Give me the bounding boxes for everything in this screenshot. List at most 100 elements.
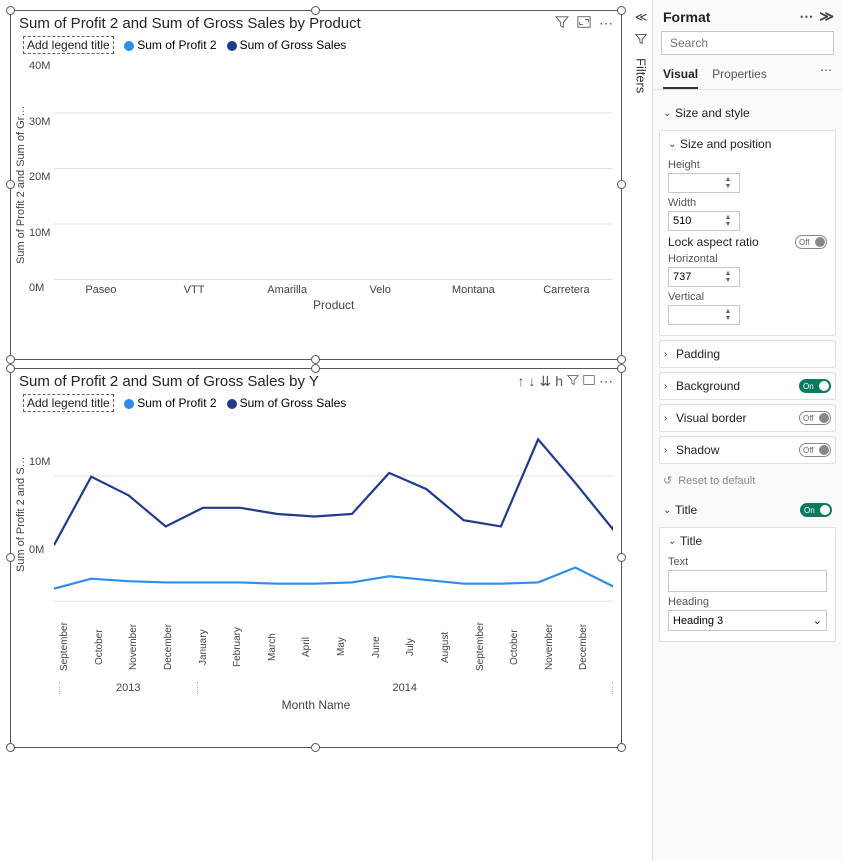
resize-handle[interactable] — [6, 553, 15, 562]
resize-handle[interactable] — [311, 364, 320, 373]
subsection-title[interactable]: ⌄ Title — [668, 534, 827, 552]
chevron-down-icon: ⌄ — [668, 536, 680, 547]
line-chart-visual[interactable]: Sum of Profit 2 and Sum of Gross Sales b… — [10, 368, 622, 748]
title-text-input[interactable] — [668, 570, 827, 592]
hierarchy-icon[interactable]: h — [555, 373, 563, 390]
format-title: Format — [663, 9, 710, 25]
tabs-more-icon[interactable]: ⋯ — [820, 63, 832, 89]
legend-title-input[interactable]: Add legend title — [23, 394, 114, 412]
label-height: Height — [668, 159, 827, 171]
label-heading: Heading — [668, 596, 827, 608]
chart-title: Sum of Profit 2 and Sum of Gross Sales b… — [19, 15, 555, 32]
chevron-down-icon: ⌄ — [663, 505, 675, 516]
resize-handle[interactable] — [311, 355, 320, 364]
reset-to-default[interactable]: ↺ Reset to default — [653, 468, 842, 493]
format-pane: Format ⋯ ≫ Visual Properties ⋯ ⌄ Size an… — [652, 0, 842, 861]
resize-handle[interactable] — [617, 364, 626, 373]
chart-title: Sum of Profit 2 and Sum of Gross Sales b… — [19, 373, 517, 390]
height-input[interactable]: ▲▼ — [668, 173, 740, 193]
resize-handle[interactable] — [6, 6, 15, 15]
more-options-icon[interactable]: ⋯ — [599, 373, 613, 390]
chevron-down-icon: ⌄ — [668, 139, 680, 150]
reset-icon: ↺ — [663, 474, 672, 487]
lock-aspect-toggle[interactable] — [795, 235, 827, 249]
tab-visual[interactable]: Visual — [663, 63, 698, 89]
legend-swatch — [124, 399, 134, 409]
filters-label: Filters — [634, 58, 649, 93]
resize-handle[interactable] — [6, 355, 15, 364]
legend: Sum of Profit 2 Sum of Gross Sales — [124, 38, 346, 52]
label-horizontal: Horizontal — [668, 253, 827, 265]
search-input[interactable] — [668, 34, 827, 52]
focus-mode-icon[interactable] — [577, 15, 591, 32]
legend-label: Sum of Gross Sales — [240, 396, 347, 410]
chevron-right-icon: › — [664, 381, 676, 392]
legend-label: Sum of Gross Sales — [240, 38, 347, 52]
filter-icon[interactable] — [635, 32, 647, 50]
resize-handle[interactable] — [311, 6, 320, 15]
resize-handle[interactable] — [6, 743, 15, 752]
section-title[interactable]: ⌄ Title — [659, 497, 836, 523]
y-axis-label: Sum of Profit 2 and S… — [15, 416, 27, 612]
resize-handle[interactable] — [617, 355, 626, 364]
more-options-icon[interactable]: ⋯ — [599, 15, 613, 32]
title-toggle[interactable] — [800, 503, 832, 517]
tab-properties[interactable]: Properties — [712, 63, 767, 89]
section-shadow[interactable]: › Shadow — [659, 436, 836, 464]
search-box[interactable] — [661, 31, 834, 55]
subsection-size-position[interactable]: ⌄ Size and position — [668, 137, 827, 155]
legend: Sum of Profit 2 Sum of Gross Sales — [124, 396, 346, 410]
section-size-and-style[interactable]: ⌄ Size and style — [659, 100, 836, 126]
section-visual-border[interactable]: › Visual border — [659, 404, 836, 432]
horizontal-input[interactable]: ▲▼ — [668, 267, 740, 287]
label-title-text: Text — [668, 556, 827, 568]
filters-pane-collapsed: ≪ Filters — [630, 0, 652, 861]
x-axis-label: Month Name — [11, 696, 621, 712]
x-axis-months: SeptemberOctoberNovemberDecemberJanuaryF… — [11, 616, 621, 678]
resize-handle[interactable] — [6, 364, 15, 373]
x-axis-label: Product — [54, 296, 613, 312]
line-plot-area — [54, 416, 613, 612]
report-canvas[interactable]: Sum of Profit 2 and Sum of Gross Sales b… — [0, 0, 630, 861]
shadow-toggle[interactable] — [799, 443, 831, 457]
background-toggle[interactable] — [799, 379, 831, 393]
chevron-right-icon: › — [664, 349, 676, 360]
label-lock-aspect: Lock aspect ratio — [668, 235, 795, 249]
legend-swatch — [227, 399, 237, 409]
section-background[interactable]: › Background — [659, 372, 836, 400]
focus-mode-icon[interactable] — [583, 373, 595, 390]
width-input[interactable]: ▲▼ — [668, 211, 740, 231]
chevron-right-icon: › — [664, 445, 676, 456]
resize-handle[interactable] — [617, 6, 626, 15]
x-axis-categories: PaseoVTTAmarillaVeloMontanaCarretera — [54, 280, 613, 296]
filter-icon[interactable] — [555, 15, 569, 32]
resize-handle[interactable] — [6, 180, 15, 189]
section-padding[interactable]: › Padding — [659, 340, 836, 368]
bar-plot-area — [54, 58, 613, 280]
resize-handle[interactable] — [617, 553, 626, 562]
drill-down-icon[interactable]: ↓ — [528, 373, 535, 390]
legend-swatch — [227, 41, 237, 51]
y-axis-label: Sum of Profit 2 and Sum of Gr… — [15, 58, 27, 312]
chevron-down-icon: ⌄ — [663, 108, 675, 119]
chevron-right-icon: › — [664, 413, 676, 424]
vertical-input[interactable]: ▲▼ — [668, 305, 740, 325]
heading-select[interactable]: Heading 3 ⌄ — [668, 610, 827, 631]
chevron-down-icon: ⌄ — [813, 614, 822, 627]
label-width: Width — [668, 197, 827, 209]
resize-handle[interactable] — [617, 180, 626, 189]
drill-up-icon[interactable]: ↑ — [517, 373, 524, 390]
expand-pane-icon[interactable]: ≫ — [819, 8, 834, 25]
resize-handle[interactable] — [617, 743, 626, 752]
legend-label: Sum of Profit 2 — [137, 396, 216, 410]
legend-label: Sum of Profit 2 — [137, 38, 216, 52]
resize-handle[interactable] — [311, 743, 320, 752]
legend-title-input[interactable]: Add legend title — [23, 36, 114, 54]
y-axis-ticks: 10M 0M — [27, 416, 54, 612]
filter-icon[interactable] — [567, 373, 579, 390]
border-toggle[interactable] — [799, 411, 831, 425]
more-options-icon[interactable]: ⋯ — [799, 8, 813, 25]
expand-filters-icon[interactable]: ≪ — [635, 10, 648, 24]
expand-down-icon[interactable]: ⇊ — [539, 373, 551, 390]
bar-chart-visual[interactable]: Sum of Profit 2 and Sum of Gross Sales b… — [10, 10, 622, 360]
